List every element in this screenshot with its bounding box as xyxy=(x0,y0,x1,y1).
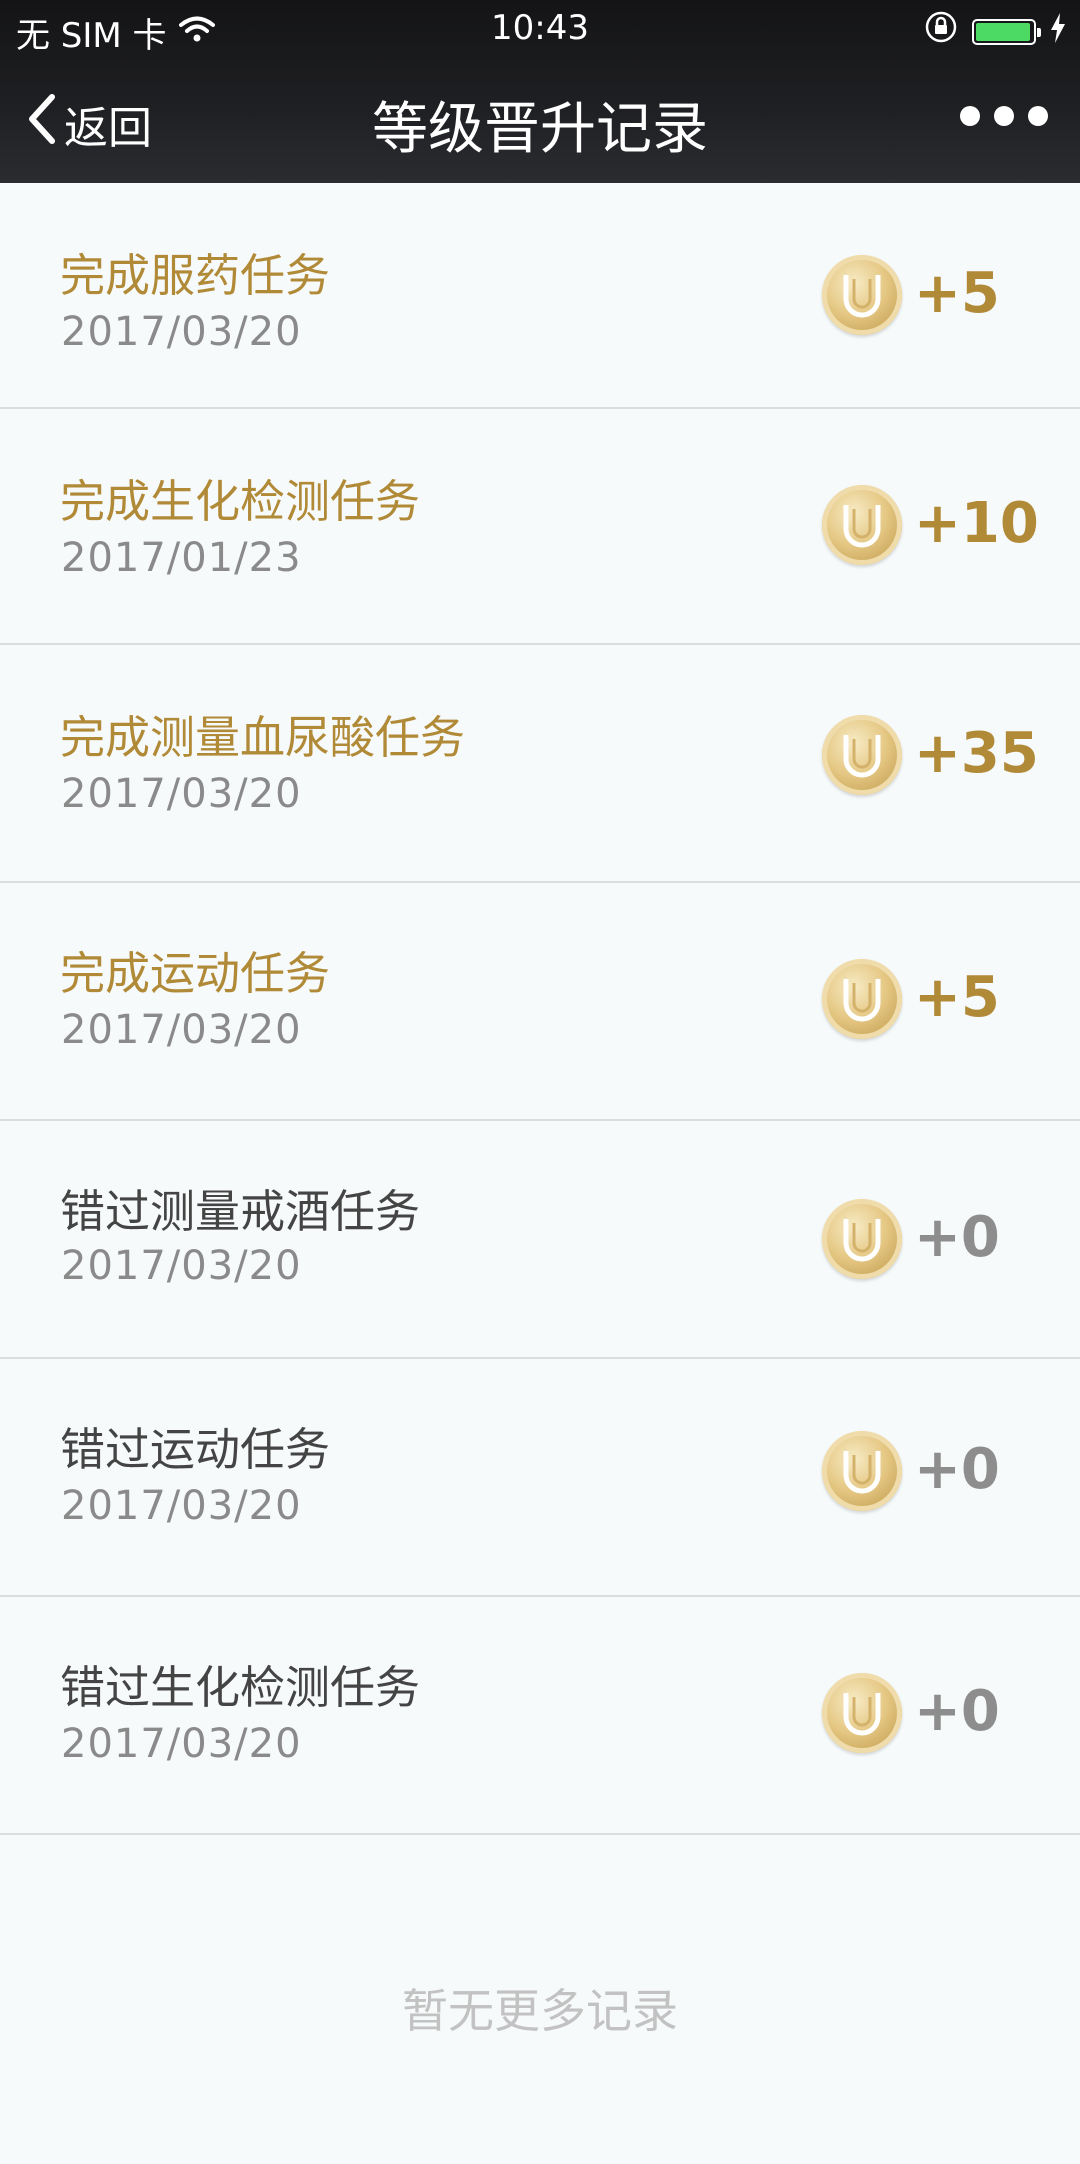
list-item[interactable]: 完成生化检测任务 2017/01/23 +10 xyxy=(0,409,1080,645)
points-value: +0 xyxy=(914,1205,1000,1270)
coin-icon xyxy=(822,1431,902,1511)
record-date: 2017/03/20 xyxy=(61,1483,302,1529)
record-title: 完成生化检测任务 xyxy=(60,475,421,528)
coin-icon xyxy=(822,485,902,565)
coin-icon xyxy=(822,959,902,1039)
status-right xyxy=(924,10,1066,53)
more-dots-icon[interactable] xyxy=(960,106,1048,126)
coin-icon xyxy=(822,715,902,795)
record-date: 2017/03/20 xyxy=(61,1721,302,1767)
points-value: +5 xyxy=(914,261,1000,326)
status-time: 10:43 xyxy=(491,8,589,48)
record-title: 完成服药任务 xyxy=(60,249,331,302)
record-date: 2017/01/23 xyxy=(61,535,302,581)
points-value: +5 xyxy=(914,965,1000,1030)
battery-icon xyxy=(972,18,1041,45)
list-item[interactable]: 完成运动任务 2017/03/20 +5 xyxy=(0,883,1080,1121)
record-date: 2017/03/20 xyxy=(61,1243,302,1289)
record-list: 完成服药任务 2017/03/20 +5 完成生化检测任务 2017/01/23… xyxy=(0,183,1080,1835)
record-title: 错过运动任务 xyxy=(60,1423,331,1476)
list-item[interactable]: 错过测量戒酒任务 2017/03/20 +0 xyxy=(0,1121,1080,1359)
orientation-lock-icon xyxy=(924,10,958,53)
record-date: 2017/03/20 xyxy=(61,1007,302,1053)
list-item[interactable]: 完成测量血尿酸任务 2017/03/20 +35 xyxy=(0,645,1080,883)
charging-icon xyxy=(1050,12,1066,52)
coin-icon xyxy=(822,1673,902,1753)
points-value: +35 xyxy=(914,721,1039,786)
nav-bar: 返回 等级晋升记录 xyxy=(0,70,1080,170)
list-item[interactable]: 错过生化检测任务 2017/03/20 +0 xyxy=(0,1597,1080,1835)
coin-icon xyxy=(822,255,902,335)
page-title: 等级晋升记录 xyxy=(372,97,708,162)
points-value: +0 xyxy=(914,1437,1000,1502)
list-item[interactable]: 错过运动任务 2017/03/20 +0 xyxy=(0,1359,1080,1597)
points-value: +0 xyxy=(914,1679,1000,1744)
record-title: 完成运动任务 xyxy=(60,947,331,1000)
record-title: 完成测量血尿酸任务 xyxy=(60,711,466,764)
record-title: 错过生化检测任务 xyxy=(60,1661,421,1714)
list-item[interactable]: 完成服药任务 2017/03/20 +5 xyxy=(0,183,1080,409)
record-date: 2017/03/20 xyxy=(61,309,302,355)
status-bar: 无 SIM 卡 10:43 xyxy=(0,0,1080,58)
record-date: 2017/03/20 xyxy=(61,771,302,817)
coin-icon xyxy=(822,1199,902,1279)
record-title: 错过测量戒酒任务 xyxy=(60,1185,421,1238)
points-value: +10 xyxy=(914,491,1039,556)
top-bar: 无 SIM 卡 10:43 返回 等级晋升记录 xyxy=(0,0,1080,183)
no-more-records-text: 暂无更多记录 xyxy=(402,1984,678,2038)
